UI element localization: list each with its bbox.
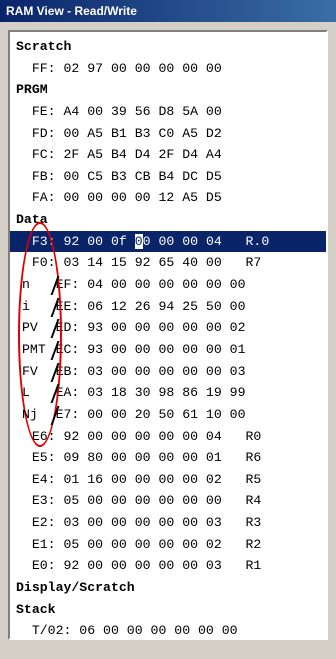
section-header: Scratch [16,39,72,54]
memory-list: Scratch FF: 02 97 00 00 00 00 00 PRGM FE:… [10,36,326,638]
window-title: RAM View - Read/Write [6,4,137,18]
memory-row-selected[interactable]: F3: 92 00 0f 00 00 00 04 R.0 [10,230,326,253]
memory-row[interactable]: FB: 00 C5 B3 CB B4 DC D5 [10,166,326,188]
memory-row[interactable]: FD: 00 A5 B1 B3 C0 A5 D2 [10,123,326,145]
memory-row[interactable]: FA: 00 00 00 00 12 A5 D5 [10,187,326,209]
memory-row[interactable]: FE: A4 00 39 56 D8 5A 00 [10,101,326,123]
memory-row[interactable]: T/02: 06 00 00 00 00 00 00 [10,620,326,638]
section-header: Stack [16,601,56,617]
memory-row[interactable]: FF: 02 97 00 00 00 00 00 [10,58,326,80]
memory-row[interactable]: FC: 2F A5 B4 D4 2F D4 A4 [10,144,326,166]
section-header: Data [16,212,48,228]
memory-row[interactable]: E1: 05 00 00 00 00 00 02 R2 [10,534,326,556]
section-header: PRGM [16,82,48,98]
edit-caret: 0 [134,233,143,249]
register-label: L [22,385,30,401]
section-header: Display/Scratch [16,580,135,596]
ram-view-panel[interactable]: Scratch FF: 02 97 00 00 00 00 00 PRGM FE:… [8,30,328,640]
register-label: FV [22,363,38,379]
memory-row[interactable]: F0: 03 14 15 92 65 40 00 R7 [10,252,326,274]
memory-row[interactable]: E6: 92 00 00 00 00 00 04 R0 [10,426,326,448]
memory-row[interactable]: E4: 01 16 00 00 00 00 02 R5 [10,469,326,491]
register-label: Nj [22,407,38,423]
register-label: n [22,277,30,293]
memory-row[interactable]: E5: 09 80 00 00 00 00 01 R6 [10,447,326,469]
register-label: PMT [22,342,46,358]
register-label: i [22,298,30,314]
window-titlebar: RAM View - Read/Write [0,0,336,22]
memory-row[interactable]: E0: 92 00 00 00 00 00 03 R1 [10,555,326,577]
memory-row[interactable]: E2: 03 00 00 00 00 00 03 R3 [10,512,326,534]
register-label: PV [22,320,38,336]
memory-row[interactable]: E3: 05 00 00 00 00 00 00 R4 [10,490,326,512]
